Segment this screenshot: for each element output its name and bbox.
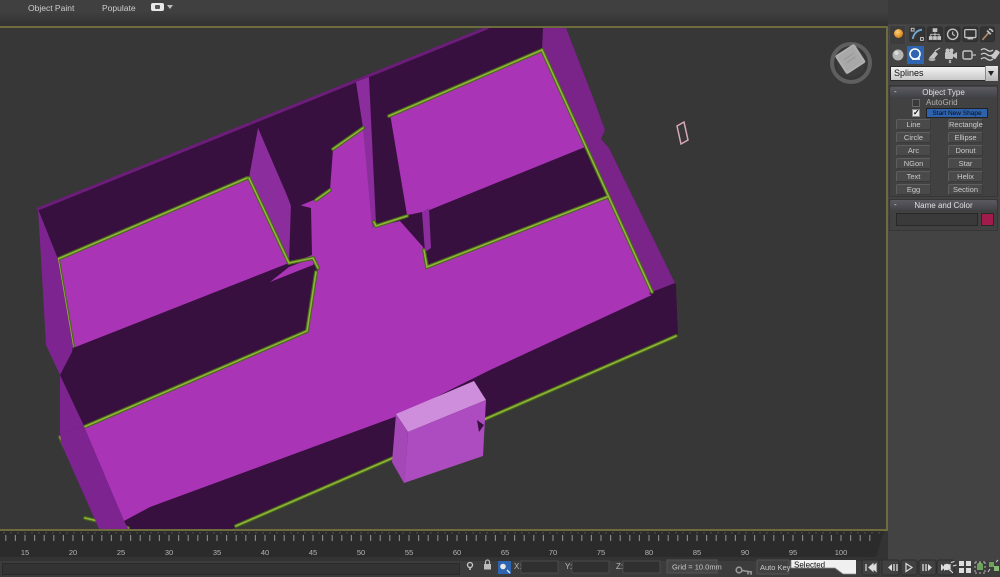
svg-text:55: 55 bbox=[405, 548, 413, 557]
svg-text:Selected: Selected bbox=[794, 561, 825, 570]
svg-text:50: 50 bbox=[357, 548, 365, 557]
svg-text:45: 45 bbox=[309, 548, 317, 557]
svg-text:Y:: Y: bbox=[565, 562, 572, 571]
svg-text:35: 35 bbox=[213, 548, 221, 557]
svg-text:40: 40 bbox=[261, 548, 269, 557]
svg-text:Z:: Z: bbox=[616, 562, 623, 571]
svg-text:30: 30 bbox=[165, 548, 173, 557]
svg-text:20: 20 bbox=[69, 548, 77, 557]
svg-text:25: 25 bbox=[117, 548, 125, 557]
svg-text:Auto Key: Auto Key bbox=[760, 563, 791, 572]
svg-text:X:: X: bbox=[514, 562, 522, 571]
svg-text:15: 15 bbox=[21, 548, 29, 557]
svg-text:Grid = 10.0mm: Grid = 10.0mm bbox=[672, 563, 722, 572]
